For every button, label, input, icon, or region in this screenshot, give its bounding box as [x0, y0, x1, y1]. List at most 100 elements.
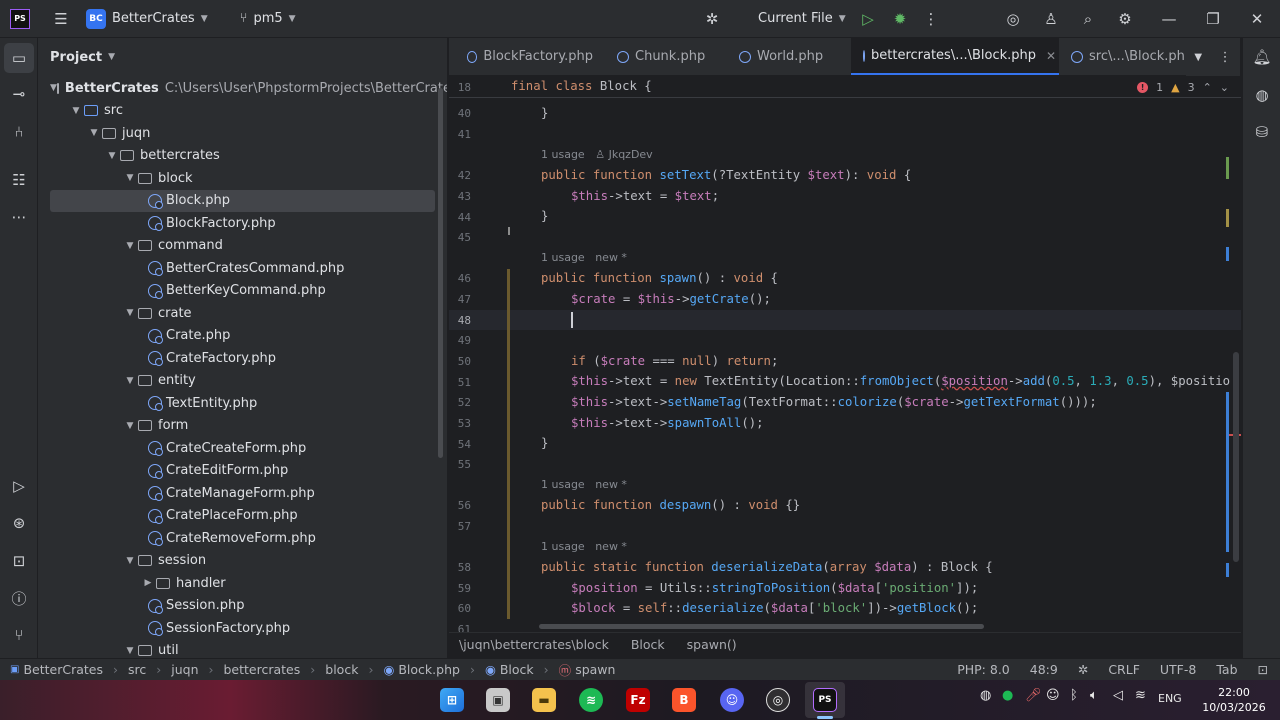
pull-requests-icon[interactable]: ⑃ [4, 117, 34, 147]
tab-blockfactory[interactable]: BlockFactory.php [449, 38, 605, 75]
crumb-file[interactable]: Block.php [398, 662, 460, 677]
debug-bug-icon[interactable]: ✲ [695, 0, 729, 38]
cursor-position[interactable]: 48:9 [1030, 662, 1058, 677]
tree-folder[interactable]: ▼ command [50, 235, 435, 257]
terminal-icon[interactable]: ⊡ [4, 546, 34, 576]
tree-folder[interactable]: ▼ session [50, 550, 435, 572]
tree-file[interactable]: SessionFactory.php [50, 617, 435, 639]
file-explorer-icon[interactable]: ▬ [532, 688, 556, 712]
volume-icon[interactable]: 🔈︎ [1090, 688, 1098, 703]
main-menu-icon[interactable]: ☰ [44, 0, 78, 38]
vcs-branch-switcher[interactable]: ⑂ pm5 ▼ [232, 0, 304, 38]
tree-folder[interactable]: ▼ crate [50, 302, 435, 324]
windows-start-icon[interactable]: ⊞ [440, 688, 464, 712]
add-user-icon[interactable]: ♙ [1034, 0, 1068, 38]
run-tool-icon[interactable]: ▷ [4, 471, 34, 501]
commit-icon[interactable]: ⊸ [4, 79, 34, 109]
crumb-block[interactable]: block [325, 662, 358, 677]
chevron-down-icon[interactable]: ▼ [122, 173, 138, 183]
tree-folder[interactable]: ▼ form [50, 415, 435, 437]
tree-folder[interactable]: ▼ block [50, 167, 435, 189]
chevron-up-icon[interactable]: ⌃ [1203, 81, 1212, 94]
database-icon[interactable]: ⛁ [1247, 117, 1277, 147]
tree-folder[interactable]: ▼ util [50, 640, 435, 658]
more-actions-icon[interactable]: ⋮ [914, 0, 948, 38]
bluetooth-icon[interactable]: ᛒ [1070, 688, 1078, 703]
project-switcher[interactable]: BC BetterCrates ▼ [78, 0, 216, 38]
inspections-widget[interactable]: ! 1 ▲ 3 ⌃ ⌄ [1137, 81, 1229, 94]
tree-folder[interactable]: ▼ src [50, 100, 435, 122]
breadcrumb-namespace[interactable]: \juqn\bettercrates\block [459, 637, 609, 652]
chevron-down-icon[interactable]: ▼ [122, 421, 138, 431]
tab-world[interactable]: World.php [727, 38, 851, 75]
crumb-project[interactable]: BetterCrates [23, 662, 103, 677]
vertical-scrollbar[interactable] [1233, 352, 1239, 562]
run-icon[interactable]: ▷ [851, 0, 885, 38]
run-config-selector[interactable]: Current File ▼ [750, 0, 854, 38]
structure-icon[interactable]: ☷ [4, 165, 34, 195]
tree-file[interactable]: BetterKeyCommand.php [50, 280, 435, 302]
phpstorm-taskbar-icon[interactable]: PS [813, 688, 837, 712]
wifi-icon[interactable]: ≋ [1135, 688, 1146, 703]
breadcrumb-class[interactable]: Block [631, 637, 665, 652]
horizontal-scrollbar[interactable] [539, 624, 984, 629]
close-window-icon[interactable]: ✕ [1240, 0, 1274, 38]
crumb-juqn[interactable]: juqn [171, 662, 198, 677]
ai-chat-icon[interactable]: ◍ [1247, 80, 1277, 110]
debug-icon[interactable]: ✹ [883, 0, 917, 38]
chevron-down-icon[interactable]: ▼ [122, 308, 138, 318]
tree-file[interactable]: TextEntity.php [50, 392, 435, 414]
search-icon[interactable]: ⌕ [1071, 0, 1105, 38]
tree-file[interactable]: Crate.php [50, 325, 435, 347]
php-version[interactable]: PHP: 8.0 [957, 662, 1010, 677]
code-style-icon[interactable]: ✲ [1078, 662, 1088, 677]
chevron-down-icon[interactable]: ▼ [68, 106, 84, 116]
obs-icon[interactable]: ◎ [766, 688, 790, 712]
discord-icon[interactable]: ☺ [720, 688, 744, 712]
tree-folder[interactable]: ▼ bettercrates [50, 145, 435, 167]
tree-file[interactable]: Session.php [50, 595, 435, 617]
tree-folder[interactable]: ▼ juqn [50, 122, 435, 144]
tree-scrollbar[interactable] [438, 88, 443, 458]
tree-file[interactable]: CratePlaceForm.php [50, 505, 435, 527]
ai-assistant-icon[interactable]: ◎ [996, 0, 1030, 38]
tree-file[interactable]: CrateRemoveForm.php [50, 527, 435, 549]
lock-icon[interactable]: ⊡ [1258, 662, 1268, 677]
brave-browser-icon[interactable]: B [672, 688, 696, 712]
tree-root[interactable]: ▼ BetterCrates C:\Users\User\PhpstormPro… [50, 77, 447, 99]
chevron-down-icon[interactable]: ▼ [50, 83, 57, 93]
chevron-down-icon[interactable]: ▼ [86, 128, 102, 138]
crumb-src[interactable]: src [128, 662, 146, 677]
breadcrumb-method[interactable]: spawn() [687, 637, 737, 652]
code-editor[interactable]: 40 41 42 43 44 45 46 47 48 49 50 51 52 5… [449, 77, 1241, 632]
file-encoding[interactable]: UTF-8 [1160, 662, 1196, 677]
close-tab-icon[interactable]: ✕ [1046, 49, 1056, 63]
chevron-right-icon[interactable]: ▶ [140, 578, 156, 588]
steam-tray-icon[interactable]: ◍ [980, 688, 991, 703]
line-separator[interactable]: CRLF [1108, 662, 1140, 677]
chevron-down-icon[interactable]: ▼ [122, 646, 138, 656]
services-icon[interactable]: ⊛ [4, 508, 34, 538]
tree-file[interactable]: BlockFactory.php [50, 212, 435, 234]
maximize-icon[interactable]: ❐ [1196, 0, 1230, 38]
language-indicator[interactable]: ENG [1158, 692, 1182, 705]
chevron-down-icon[interactable]: ▼ [122, 556, 138, 566]
phpstorm-logo-icon[interactable]: PS [10, 8, 30, 29]
project-panel-header[interactable]: Project ▼ [38, 38, 447, 76]
chevron-down-icon[interactable]: ⌄ [1220, 81, 1229, 94]
chevron-down-icon[interactable]: ▼ [122, 241, 138, 251]
tree-folder[interactable]: ▶ handler [50, 572, 435, 594]
tree-file[interactable]: CrateFactory.php [50, 347, 435, 369]
crumb-class[interactable]: Block [500, 662, 534, 677]
chevron-down-icon[interactable]: ▼ [104, 151, 120, 161]
spotify-tray-icon[interactable]: ● [1002, 688, 1013, 703]
crumb-method[interactable]: spawn [575, 662, 615, 677]
speaker-icon[interactable]: ◁ [1113, 688, 1123, 703]
notifications-bell-icon[interactable]: 🔔︎ [1247, 42, 1277, 72]
git-icon[interactable]: ⑂ [4, 620, 34, 650]
chevron-down-icon[interactable]: ▼ [122, 376, 138, 386]
discord-tray-icon[interactable]: ☺ [1046, 688, 1060, 703]
system-clock[interactable]: 22:00 10/03/2026 [1200, 685, 1268, 715]
more-actions-icon[interactable]: ⋮ [1219, 50, 1232, 65]
tree-file[interactable]: Block.php [50, 189, 435, 212]
